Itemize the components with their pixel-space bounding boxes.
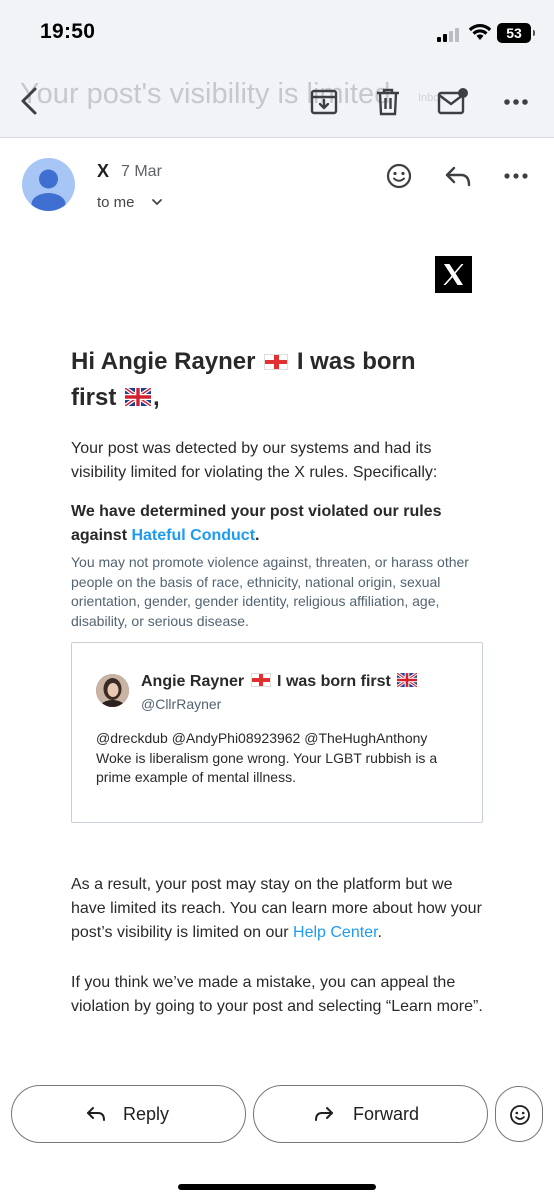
back-arrow-icon[interactable] (18, 86, 40, 116)
x-logo (435, 256, 472, 293)
england-flag-icon (250, 673, 271, 687)
emoji-reaction-icon[interactable] (386, 163, 412, 189)
reply-button[interactable]: Reply (11, 1085, 246, 1143)
delete-icon[interactable] (376, 88, 400, 116)
message-more-icon[interactable] (504, 172, 528, 180)
determined-paragraph: We have determined your post violated ou… (71, 500, 491, 548)
chevron-down-icon[interactable] (150, 196, 164, 208)
reply-icon[interactable] (444, 165, 472, 187)
reply-label: Reply (123, 1104, 170, 1124)
emoji-icon (510, 1105, 530, 1125)
sender-avatar[interactable] (22, 158, 75, 211)
sender-header: X 7 Mar to me (0, 138, 554, 233)
help-center-link[interactable]: Help Center (293, 924, 378, 941)
mark-unread-icon[interactable] (437, 88, 469, 116)
profile-photo-icon (96, 674, 129, 707)
uk-flag-icon (125, 388, 152, 406)
appeal-paragraph: If you think we’ve made a mistake, you c… (71, 974, 483, 1015)
heading-text-2: first (71, 384, 117, 411)
post-author-name-text: Angie Rayner (141, 673, 245, 690)
sender-name: X (97, 161, 110, 181)
post-author-name-suffix: I was born first (277, 673, 391, 690)
england-flag-icon (264, 354, 289, 370)
email-heading: Hi Angie Rayner I was born first , (71, 344, 491, 416)
more-icon[interactable] (504, 98, 528, 106)
result-period: . (377, 924, 382, 941)
archive-icon[interactable] (310, 88, 338, 116)
result-paragraph: As a result, your post may stay on the p… (71, 873, 491, 945)
forward-label: Forward (353, 1104, 420, 1124)
cellular-signal-icon (437, 26, 461, 42)
hateful-conduct-link[interactable]: Hateful Conduct (131, 527, 255, 544)
emoji-react-button[interactable] (495, 1086, 543, 1142)
intro-paragraph: Your post was detected by our systems an… (71, 440, 438, 481)
person-icon (31, 169, 66, 211)
post-author-avatar (96, 674, 129, 707)
post-author-name: Angie Rayner I was born first (141, 673, 419, 691)
battery-indicator: 53 (497, 23, 535, 43)
bottom-action-bar: Reply Forward (0, 1080, 554, 1200)
x-logo-icon (443, 264, 464, 285)
wifi-icon (468, 24, 492, 40)
home-indicator (178, 1184, 376, 1190)
quoted-post-card[interactable]: Angie Rayner I was born first @CllrRayne… (71, 642, 483, 823)
heading-comma: , (153, 384, 160, 411)
heading-name: Hi Angie Rayner (71, 348, 256, 375)
forward-icon (315, 1107, 333, 1121)
policy-text: You may not promote violence against, th… (71, 554, 469, 629)
determined-period: . (255, 527, 260, 544)
status-bar: 19:50 53 (0, 0, 554, 62)
uk-flag-icon (397, 673, 418, 687)
result-text: As a result, your post may stay on the p… (71, 876, 482, 941)
email-date: 7 Mar (121, 163, 162, 180)
recipient-label[interactable]: to me (97, 194, 135, 211)
forward-button[interactable]: Forward (253, 1085, 488, 1143)
status-time: 19:50 (40, 20, 96, 43)
post-author-handle: @CllrRayner (141, 696, 222, 712)
email-toolbar: Your post's visibility is limited Inbox (0, 62, 554, 138)
heading-text: I was born (296, 348, 416, 375)
post-text: @dreckdub @AndyPhi08923962 @TheHughAntho… (96, 730, 438, 785)
reply-icon (87, 1107, 105, 1121)
